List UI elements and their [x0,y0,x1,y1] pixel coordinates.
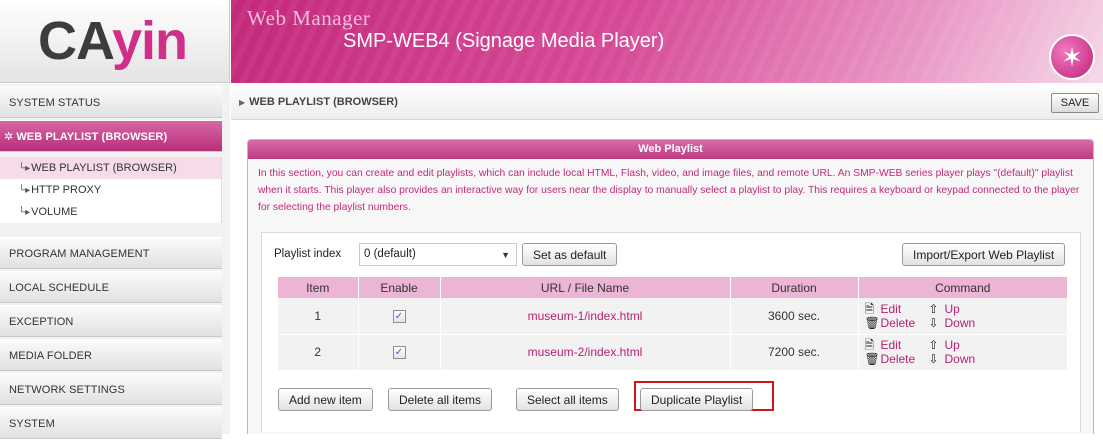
edit-link[interactable]: Edit [881,338,929,352]
magic-wand-icon: ✶ [1049,34,1095,80]
playlist-index-select[interactable]: 0 (default) ▼ [359,243,517,266]
enable-checkbox[interactable]: ✓ [392,309,406,323]
sparkle-icon: ✲ [4,131,14,143]
triangle-right-icon: ▶ [239,98,246,107]
trash-icon[interactable]: 🗑 [865,352,881,366]
table-row: 2 ✓ museum-2/index.html 7200 sec. 🗎 Edit … [278,334,1068,371]
sidebar-subitem-http-proxy[interactable]: └▸HTTP PROXY [0,179,222,201]
breadcrumb-bar: ▶ WEB PLAYLIST (BROWSER) SAVE [231,84,1103,120]
header-banner: Web Manager SMP-WEB4 (Signage Media Play… [231,0,1103,83]
col-header-enable: Enable [358,277,441,298]
sidebar: SYSTEM STATUS ✲ WEB PLAYLIST (BROWSER) └▸… [0,84,230,439]
sidebar-subitem-web-playlist[interactable]: └▸WEB PLAYLIST (BROWSER) [0,157,222,179]
panel-title: Web Playlist [248,140,1093,159]
down-link[interactable]: Down [945,352,985,366]
edit-icon[interactable]: 🗎 [865,338,881,352]
arrow-down-icon[interactable]: ⇩ [929,352,945,366]
set-default-button[interactable]: Set as default [522,243,618,266]
duration-value: 3600 sec. [730,298,859,335]
edit-link[interactable]: Edit [881,302,929,316]
playlist-table: Item Enable URL / File Name Duration Com… [278,277,1068,371]
sub-arrow-icon: └▸ [18,185,31,196]
duration-value: 7200 sec. [730,334,859,371]
trash-icon[interactable]: 🗑 [865,316,881,330]
sidebar-subitem-volume[interactable]: └▸VOLUME [0,201,222,223]
save-button[interactable]: SAVE [1051,93,1099,113]
sidebar-item-network-settings[interactable]: NETWORK SETTINGS [0,373,222,405]
app-title: Web Manager [247,6,371,30]
select-all-items-button[interactable]: Select all items [516,388,619,411]
sidebar-item-program-management[interactable]: PROGRAM MANAGEMENT [0,237,222,269]
sub-arrow-icon: └▸ [18,207,31,218]
sidebar-item-web-playlist[interactable]: ✲ WEB PLAYLIST (BROWSER) [0,120,222,152]
table-row: 1 ✓ museum-1/index.html 3600 sec. 🗎 Edit … [278,298,1068,335]
col-header-command: Command [858,277,1068,298]
sub-arrow-icon: └▸ [18,163,31,174]
sidebar-item-media-folder[interactable]: MEDIA FOLDER [0,339,222,371]
down-link[interactable]: Down [945,316,985,330]
item-number: 1 [278,298,359,335]
col-header-url: URL / File Name [440,277,731,298]
sidebar-item-system-status[interactable]: SYSTEM STATUS [0,86,222,118]
arrow-up-icon[interactable]: ⇧ [929,338,945,352]
col-header-item: Item [278,277,359,298]
delete-all-items-button[interactable]: Delete all items [388,388,493,411]
sidebar-item-exception[interactable]: EXCEPTION [0,305,222,337]
arrow-up-icon[interactable]: ⇧ [929,302,945,316]
edit-icon[interactable]: 🗎 [865,302,881,316]
cayin-logo: CAyin [38,11,188,71]
url-link[interactable]: museum-2/index.html [440,334,731,371]
logo-area: CAyin [0,0,230,83]
up-link[interactable]: Up [945,302,985,316]
delete-link[interactable]: Delete [881,316,929,330]
col-header-duration: Duration [730,277,859,298]
import-export-button[interactable]: Import/Export Web Playlist [902,243,1066,266]
panel-description: In this section, you can create and edit… [258,168,1080,213]
playlist-editor: Playlist index 0 (default) ▼ Set as defa… [261,232,1081,432]
url-link[interactable]: museum-1/index.html [440,298,731,335]
item-number: 2 [278,334,359,371]
arrow-down-icon[interactable]: ⇩ [929,316,945,330]
delete-link[interactable]: Delete [881,352,929,366]
chevron-down-icon: ▼ [501,250,510,260]
sidebar-item-local-schedule[interactable]: LOCAL SCHEDULE [0,271,222,303]
sidebar-item-system[interactable]: SYSTEM [0,407,222,439]
add-new-item-button[interactable]: Add new item [278,388,373,411]
enable-checkbox[interactable]: ✓ [392,346,406,360]
duplicate-playlist-button[interactable]: Duplicate Playlist [640,388,754,411]
device-subtitle: SMP-WEB4 (Signage Media Player) [343,30,665,52]
up-link[interactable]: Up [945,338,985,352]
web-playlist-panel: Web Playlist In this section, you can cr… [247,139,1094,434]
playlist-index-label: Playlist index [274,248,342,260]
breadcrumb: ▶ WEB PLAYLIST (BROWSER) [239,96,398,108]
